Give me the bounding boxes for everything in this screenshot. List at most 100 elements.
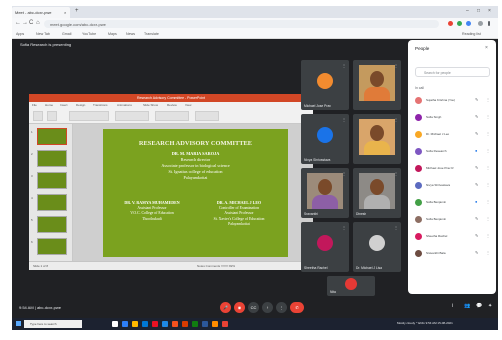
extension-icon[interactable] xyxy=(466,21,471,26)
participant-tile[interactable]: ⋮ Sheetha Rachel xyxy=(301,222,349,272)
participant-row[interactable]: Sofia Research ● ⋮ xyxy=(413,147,493,157)
participant-more-icon[interactable]: ⋮ xyxy=(342,117,346,122)
mic-toggle-button[interactable]: 🎤 xyxy=(220,302,231,313)
participant-more-icon[interactable]: ⋮ xyxy=(342,225,346,230)
pin-icon[interactable]: ✎ xyxy=(475,114,478,119)
more-icon[interactable]: ⋮ xyxy=(486,182,490,187)
address-bar[interactable]: meet.google.com/abc-dcxr-pwe xyxy=(44,20,439,28)
participant-tile[interactable]: ⋮ Michael Jose Prav xyxy=(301,60,349,110)
participant-tile[interactable]: ⋮ Nivya Shrivastava xyxy=(301,114,349,164)
extension-icon[interactable] xyxy=(457,21,462,26)
browser-tab[interactable]: Meet - abc-dcxr-pwe × xyxy=(12,7,70,18)
ribbon-tab[interactable]: Transitions xyxy=(93,103,108,107)
ribbon-tab[interactable]: Design xyxy=(76,103,85,107)
minimize-button[interactable]: – xyxy=(466,8,469,14)
participant-row[interactable]: Nivya Shrivastava ✎ ⋮ xyxy=(413,181,493,191)
more-icon[interactable]: ⋮ xyxy=(486,97,490,102)
pin-icon[interactable]: ✎ xyxy=(475,233,478,238)
taskbar-app-icon[interactable] xyxy=(142,321,148,327)
pin-icon[interactable]: ✎ xyxy=(475,165,478,170)
chat-icon[interactable]: 💬 xyxy=(476,303,482,309)
maximize-button[interactable]: □ xyxy=(477,8,480,14)
forward-button[interactable]: → xyxy=(22,20,28,27)
more-options-button[interactable]: ⋮ xyxy=(276,302,287,313)
paragraph-group[interactable] xyxy=(115,111,149,121)
participant-row[interactable]: Sofia Singh ✎ ⋮ xyxy=(413,113,493,123)
profile-avatar[interactable] xyxy=(478,21,483,26)
back-button[interactable]: ← xyxy=(15,20,21,27)
more-icon[interactable]: ⋮ xyxy=(486,199,490,204)
participant-row[interactable]: Sheetha Rachel ✎ ⋮ xyxy=(413,232,493,242)
bookmark-item[interactable]: YouTube xyxy=(82,32,96,36)
ribbon-tab[interactable]: File xyxy=(32,103,37,107)
taskbar-app-icon[interactable] xyxy=(162,321,168,327)
camera-toggle-button[interactable]: ◉ xyxy=(234,302,245,313)
bookmark-item[interactable]: Maps xyxy=(108,32,117,36)
people-search-input[interactable]: Search for people xyxy=(415,67,490,77)
current-slide[interactable]: RESEARCH ADVISORY COMMITTEE DR. M. MARIA… xyxy=(103,129,288,257)
participant-more-icon[interactable]: ⋮ xyxy=(394,117,398,122)
ribbon-tab[interactable]: Home xyxy=(45,103,53,107)
bookmark-item[interactable]: News xyxy=(126,32,135,36)
slide-thumbnail[interactable] xyxy=(37,238,67,255)
reload-button[interactable]: C xyxy=(29,20,33,27)
participant-more-icon[interactable]: ⋮ xyxy=(394,171,398,176)
participant-more-icon[interactable]: ⋮ xyxy=(394,225,398,230)
ribbon-tab[interactable]: View xyxy=(185,103,191,107)
participant-tile[interactable]: ⋮ Dinesh xyxy=(353,168,401,218)
taskbar-app-icon[interactable] xyxy=(172,321,178,327)
bookmark-item[interactable]: Apps xyxy=(16,32,24,36)
slide-thumbnail[interactable] xyxy=(37,172,67,189)
ribbon-tab[interactable]: Animations xyxy=(117,103,132,107)
pin-icon[interactable]: ✎ xyxy=(475,250,478,255)
slide-thumbnail[interactable] xyxy=(37,128,67,145)
home-button[interactable]: ⌂ xyxy=(36,20,40,27)
bookmark-item[interactable]: Gmail xyxy=(62,32,71,36)
participant-tile[interactable]: ⋮ xyxy=(353,114,401,164)
participant-more-icon[interactable]: ⋮ xyxy=(342,171,346,176)
system-tray[interactable]: Mostly cloudy ^ ENG 9:54 AM 15-08-2021 xyxy=(397,321,453,325)
more-icon[interactable]: ⋮ xyxy=(486,148,490,153)
bookmark-item[interactable]: New Tab xyxy=(36,32,50,36)
participant-row[interactable]: Dr. Michael J Leo ✎ ⋮ xyxy=(413,130,493,140)
participant-row[interactable]: Sravanthi Bala ✎ ⋮ xyxy=(413,249,493,259)
pin-icon[interactable]: ✎ xyxy=(475,182,478,187)
new-slide-icon[interactable] xyxy=(47,111,57,121)
taskbar-app-icon[interactable] xyxy=(122,321,128,327)
taskbar-app-icon[interactable] xyxy=(202,321,208,327)
participant-tile[interactable]: ⋮ xyxy=(353,60,401,110)
present-button[interactable]: ↑ xyxy=(262,302,273,313)
more-icon[interactable]: ⋮ xyxy=(486,165,490,170)
more-icon[interactable]: ⋮ xyxy=(486,131,490,136)
participant-tile[interactable]: ⋮ Dr. Michael J Lisa xyxy=(353,222,401,272)
slide-thumbnail[interactable] xyxy=(37,216,67,233)
end-call-button[interactable]: ✆ xyxy=(290,302,304,313)
taskbar-app-icon[interactable] xyxy=(132,321,138,327)
close-icon[interactable]: × xyxy=(485,45,488,51)
participant-row[interactable]: Michael Jose Prav R ✎ ⋮ xyxy=(413,164,493,174)
participant-row[interactable]: Sofia Benjamin ● ⋮ xyxy=(413,198,493,208)
tab-close-icon[interactable]: × xyxy=(64,10,66,15)
editing-group[interactable] xyxy=(195,111,219,121)
font-group[interactable] xyxy=(69,111,109,121)
participant-more-icon[interactable]: ⋮ xyxy=(342,63,346,68)
menu-icon[interactable] xyxy=(488,21,490,26)
ribbon-tab[interactable]: Review xyxy=(167,103,177,107)
paste-icon[interactable] xyxy=(33,111,43,121)
pin-icon[interactable]: ✎ xyxy=(475,216,478,221)
taskbar-app-icon[interactable] xyxy=(212,321,218,327)
more-icon[interactable]: ⋮ xyxy=(486,216,490,221)
participant-tile[interactable]: Nita xyxy=(327,276,375,296)
more-icon[interactable]: ⋮ xyxy=(486,114,490,119)
slide-thumbnail[interactable] xyxy=(37,194,67,211)
close-window-button[interactable]: × xyxy=(488,8,491,14)
participant-row[interactable]: Sofia Benjamin ✎ ⋮ xyxy=(413,215,493,225)
ribbon-tab[interactable]: Insert xyxy=(60,103,68,107)
windows-start-icon[interactable] xyxy=(16,321,21,326)
pin-icon[interactable]: ✎ xyxy=(475,131,478,136)
slide-thumbnail[interactable] xyxy=(37,150,67,167)
status-right[interactable]: Notes Comments ━━━━ 82% xyxy=(197,264,235,268)
new-tab-button[interactable]: + xyxy=(75,8,79,14)
captions-button[interactable]: CC xyxy=(248,302,259,313)
pin-icon[interactable]: ✎ xyxy=(475,97,478,102)
